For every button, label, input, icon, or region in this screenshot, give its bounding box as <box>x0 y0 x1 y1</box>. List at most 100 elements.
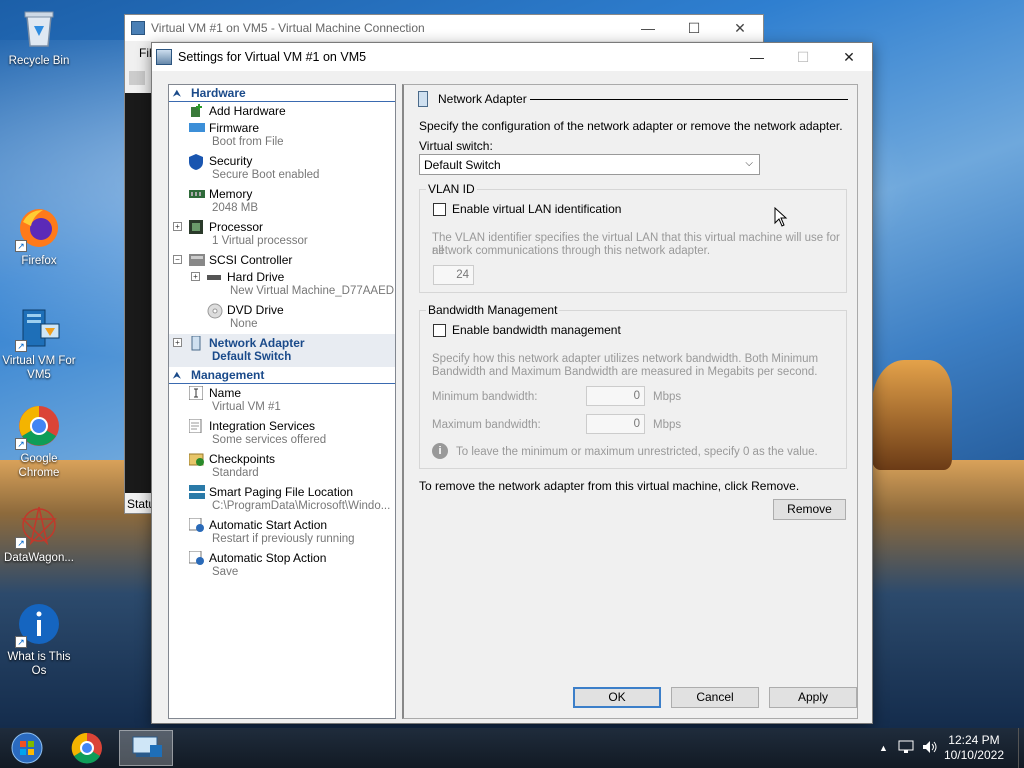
checkbox-icon <box>433 323 446 337</box>
desktop-icon-label: Virtual VM For VM5 <box>2 355 76 381</box>
memory-icon <box>189 187 205 201</box>
ok-button[interactable]: OK <box>573 687 661 708</box>
tree-item-dvd-drive[interactable]: DVD Drive None <box>169 301 395 334</box>
desktop-icon-label: Recycle Bin <box>8 55 70 67</box>
enable-vlan-checkbox[interactable]: Enable virtual LAN identification <box>433 202 621 216</box>
chevron-down-icon: ⌵ <box>745 158 753 169</box>
hyper-v-manager-icon: ↗ <box>15 306 61 352</box>
close-button[interactable]: ✕ <box>717 20 763 37</box>
vm-connection-titlebar[interactable]: Virtual VM #1 on VM5 - Virtual Machine C… <box>125 15 763 41</box>
show-hidden-icons-chevron-icon[interactable]: ▲ <box>879 743 888 753</box>
bandwidth-group: Bandwidth Management Enable bandwidth ma… <box>419 303 847 469</box>
vm-connection-icon <box>131 21 145 35</box>
hardware-section-header[interactable]: ⮝ Hardware <box>169 85 395 102</box>
dvd-drive-icon <box>207 303 223 319</box>
panel-header: Network Adapter <box>418 91 527 107</box>
tree-item-smart-paging[interactable]: Smart Paging File Location C:\ProgramDat… <box>169 483 395 516</box>
desktop-icon-virtual-vm[interactable]: ↗ Virtual VM For VM5 <box>0 306 78 382</box>
smart-paging-icon <box>189 485 205 499</box>
tree-item-firmware[interactable]: Firmware Boot from File <box>169 119 395 152</box>
vlan-id-field[interactable]: 24 <box>433 265 474 285</box>
auto-start-icon <box>188 517 205 532</box>
cancel-button[interactable]: Cancel <box>671 687 759 708</box>
collapse-icon[interactable]: − <box>173 255 182 264</box>
tree-item-automatic-start-action[interactable]: Automatic Start Action Restart if previo… <box>169 516 395 549</box>
virtual-switch-label: Virtual switch: <box>419 139 493 153</box>
minimum-bandwidth-field[interactable]: 0 <box>586 386 645 406</box>
enable-bandwidth-checkbox[interactable]: Enable bandwidth management <box>433 323 621 337</box>
maximize-button: ☐ <box>796 49 810 65</box>
checkbox-icon <box>433 202 446 216</box>
virtual-switch-dropdown[interactable]: Default Switch ⌵ <box>419 154 760 175</box>
vlan-help-line2: network communications through this netw… <box>432 245 711 257</box>
tree-item-security[interactable]: Security Secure Boot enabled <box>169 152 395 185</box>
info-icon: ↗ <box>15 602 61 648</box>
clock[interactable]: 12:24 PM 10/10/2022 <box>944 733 1004 763</box>
settings-dialog[interactable]: Settings for Virtual VM #1 on VM5 — ☐ ✕ … <box>151 42 873 724</box>
collapse-chevron-icon[interactable]: ⮝ <box>173 88 185 99</box>
shield-icon <box>189 154 205 170</box>
system-tray: ▲ 12:24 PM 10/10/2022 <box>879 728 1024 768</box>
tree-item-network-adapter[interactable]: + Network Adapter Default Switch <box>169 334 395 367</box>
taskbar-chrome[interactable] <box>60 730 114 766</box>
tree-item-automatic-stop-action[interactable]: Automatic Stop Action Save <box>169 549 395 582</box>
maximize-button[interactable]: ☐ <box>671 20 717 37</box>
datawagon-icon: ↗ <box>15 503 61 549</box>
vlan-group: VLAN ID Enable virtual LAN identificatio… <box>419 182 847 293</box>
minimize-button[interactable]: — <box>734 43 780 71</box>
settings-app-icon <box>156 49 172 65</box>
volume-icon[interactable] <box>922 740 938 757</box>
toolbar-icon[interactable] <box>129 71 145 85</box>
firefox-icon: ↗ <box>15 206 61 252</box>
panel-title: Network Adapter <box>438 92 527 106</box>
minimize-button[interactable]: — <box>625 20 671 37</box>
close-button[interactable]: ✕ <box>826 43 872 71</box>
file-menu[interactable]: Fil <box>139 46 152 60</box>
clock-time: 12:24 PM <box>948 733 1000 747</box>
start-button[interactable] <box>0 730 54 766</box>
bandwidth-help-line1: Specify how this network adapter utilize… <box>432 353 819 365</box>
management-section-header[interactable]: ⮝ Management <box>169 367 395 384</box>
desktop-icon-datawagon[interactable]: ↗ DataWagon... <box>0 503 78 565</box>
expand-icon[interactable]: + <box>173 222 182 231</box>
minimum-bandwidth-unit: Mbps <box>653 391 682 403</box>
vm-screen-area[interactable] <box>125 93 153 493</box>
network-icon[interactable] <box>898 740 914 757</box>
tree-item-hard-drive[interactable]: + Hard Drive New Virtual Machine_D77AAED… <box>169 268 395 301</box>
processor-icon <box>189 220 205 234</box>
settings-title: Settings for Virtual VM #1 on VM5 <box>178 50 367 64</box>
vlan-group-title: VLAN ID <box>426 182 477 196</box>
tree-item-name[interactable]: Name Virtual VM #1 <box>169 384 395 417</box>
mouse-cursor-icon <box>774 207 788 227</box>
tree-item-scsi-controller[interactable]: − SCSI Controller <box>169 251 395 268</box>
desktop-icon-what-is-this-os[interactable]: ↗ What is This Os <box>0 602 78 678</box>
expand-icon[interactable]: + <box>191 272 200 281</box>
tree-item-checkpoints[interactable]: Checkpoints Standard <box>169 450 395 483</box>
tree-item-integration-services[interactable]: Integration Services Some services offer… <box>169 417 395 450</box>
desktop-icon-label: Google Chrome <box>18 453 60 479</box>
maximum-bandwidth-label: Maximum bandwidth: <box>432 419 541 431</box>
tree-item-processor[interactable]: + Processor 1 Virtual processor <box>169 218 395 251</box>
desktop-icon-firefox[interactable]: ↗ Firefox <box>0 206 78 268</box>
apply-button[interactable]: Apply <box>769 687 857 708</box>
desktop-icon-recycle-bin[interactable]: Recycle Bin <box>0 6 78 68</box>
remove-button[interactable]: Remove <box>773 499 846 520</box>
expand-icon[interactable]: + <box>173 338 182 347</box>
panel-description: Specify the configuration of the network… <box>419 119 843 133</box>
settings-tree[interactable]: ⮝ Hardware Add Hardware Firmware Boot fr… <box>168 84 396 719</box>
remove-description: To remove the network adapter from this … <box>419 479 800 493</box>
auto-stop-icon <box>188 550 205 565</box>
collapse-chevron-icon[interactable]: ⮝ <box>173 370 185 381</box>
taskbar-hyper-v[interactable] <box>119 730 173 766</box>
taskbar: ▲ 12:24 PM 10/10/2022 <box>0 728 1024 768</box>
settings-titlebar[interactable]: Settings for Virtual VM #1 on VM5 — ☐ ✕ <box>152 43 872 71</box>
maximum-bandwidth-field[interactable]: 0 <box>586 414 645 434</box>
show-desktop-button[interactable] <box>1018 728 1024 768</box>
tree-item-memory[interactable]: Memory 2048 MB <box>169 185 395 218</box>
desktop-icon-label: What is This Os <box>7 651 71 677</box>
desktop-icon-google-chrome[interactable]: ↗ Google Chrome <box>0 404 78 480</box>
network-adapter-icon <box>418 91 428 107</box>
network-adapter-icon <box>191 335 207 351</box>
tree-item-add-hardware[interactable]: Add Hardware <box>169 102 395 119</box>
checkpoints-icon <box>188 452 205 466</box>
